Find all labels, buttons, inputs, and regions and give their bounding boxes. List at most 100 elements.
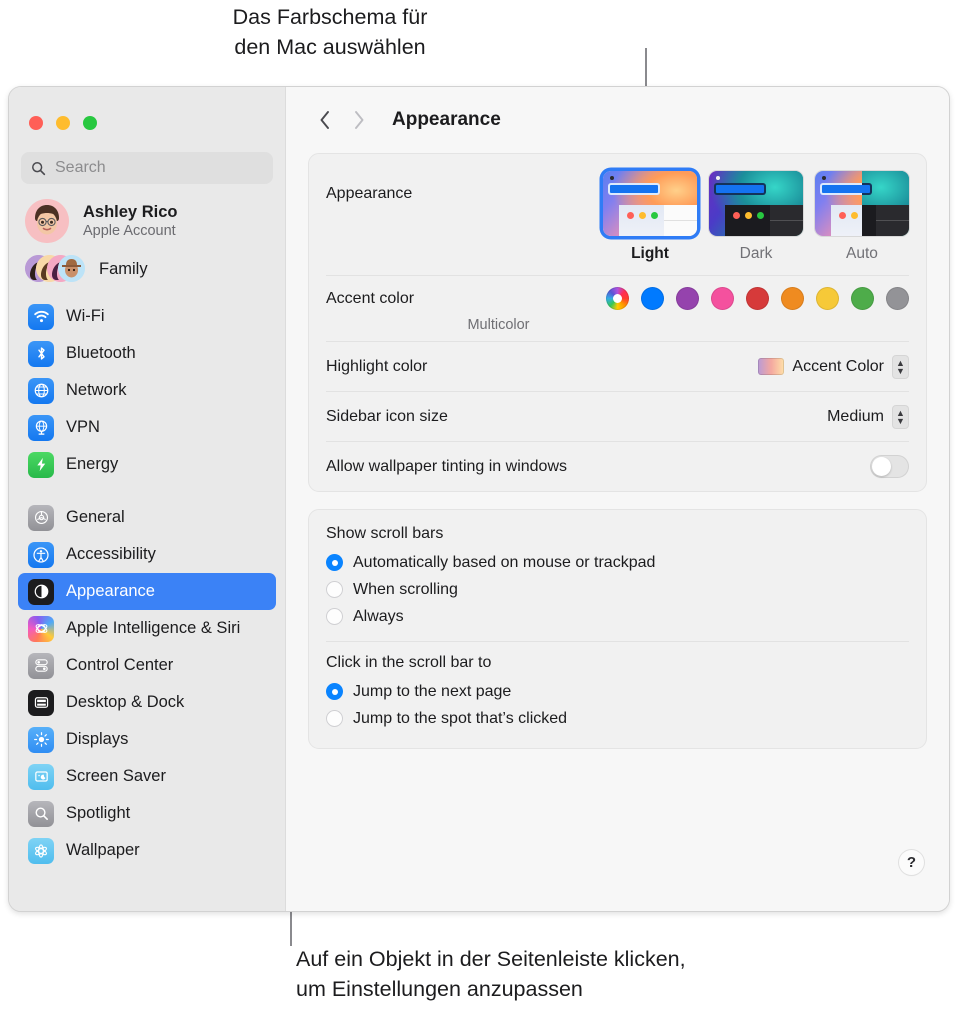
sidebar-icon-size-value: Medium [827, 408, 884, 426]
network-globe-icon [28, 378, 54, 404]
sidebar-item-screen-saver[interactable]: Screen Saver [18, 758, 276, 795]
sidebar-item-bluetooth[interactable]: Bluetooth [18, 335, 276, 372]
gear-icon [28, 505, 54, 531]
highlight-color-row[interactable]: Highlight color Accent Color ▲▼ [326, 341, 909, 391]
accent-swatch-purple[interactable] [676, 287, 699, 310]
wifi-icon [28, 304, 54, 330]
callout-top-text: Das Farbschema für den Mac auswählen [0, 2, 660, 62]
accent-color-caption: Multicolor [326, 317, 909, 333]
minimize-button[interactable] [56, 116, 70, 130]
sidebar-item-displays[interactable]: Displays [18, 721, 276, 758]
radio-option-jump-next-page[interactable]: Jump to the next page [326, 678, 909, 705]
page-title: Appearance [392, 109, 501, 131]
accessibility-icon [28, 542, 54, 568]
sidebar-item-label: General [66, 508, 125, 527]
appearance-option-light[interactable]: Light [603, 171, 697, 263]
sidebar-item-control-center[interactable]: Control Center [18, 647, 276, 684]
radio-label: Jump to the spot that’s clicked [353, 710, 567, 728]
sidebar-icon-size-value-group[interactable]: Medium ▲▼ [827, 405, 909, 429]
accent-swatch-graphite[interactable] [886, 287, 909, 310]
chevron-updown-icon[interactable]: ▲▼ [892, 355, 909, 379]
sidebar-item-general[interactable]: General [18, 499, 276, 536]
sidebar-item-label: Accessibility [66, 545, 156, 564]
sidebar-item-label: Control Center [66, 656, 173, 675]
control-center-icon [28, 653, 54, 679]
sidebar-item-desktop-dock[interactable]: Desktop & Dock [18, 684, 276, 721]
sidebar-group-connectivity: Wi-Fi Bluetooth [9, 298, 285, 483]
chevron-right-icon[interactable] [344, 105, 374, 135]
system-settings-window: Search Ashley Rico Apple [8, 86, 950, 912]
accent-swatch-multicolor[interactable] [606, 287, 629, 310]
appearance-settings-card: Appearance Light [308, 153, 927, 492]
radio-label: Jump to the next page [353, 683, 511, 701]
sidebar-item-appearance[interactable]: Appearance [18, 573, 276, 610]
radio-option-when-scrolling[interactable]: When scrolling [326, 576, 909, 603]
sidebar-item-energy[interactable]: Energy [18, 446, 276, 483]
appearance-option-dark[interactable]: Dark [709, 171, 803, 263]
help-button[interactable]: ? [899, 850, 924, 875]
search-icon [31, 161, 46, 176]
sidebar-icon-size-row[interactable]: Sidebar icon size Medium ▲▼ [326, 391, 909, 441]
chevron-left-icon[interactable] [310, 105, 340, 135]
callout-bottom-text: Auf ein Objekt in der Seitenleiste klick… [296, 944, 936, 1004]
radio-button[interactable] [326, 710, 343, 727]
accent-swatch-orange[interactable] [781, 287, 804, 310]
close-button[interactable] [29, 116, 43, 130]
radio-button[interactable] [326, 581, 343, 598]
sidebar-item-apple-intelligence-siri[interactable]: Apple Intelligence & Siri [18, 610, 276, 647]
accent-swatch-yellow[interactable] [816, 287, 839, 310]
sidebar-item-vpn[interactable]: VPN [18, 409, 276, 446]
radio-button[interactable] [326, 608, 343, 625]
search-input[interactable]: Search [21, 152, 273, 184]
sidebar-item-label: Energy [66, 455, 118, 474]
wallpaper-tinting-toggle[interactable] [870, 455, 909, 478]
show-scroll-bars-title: Show scroll bars [326, 525, 909, 543]
sidebar-item-network[interactable]: Network [18, 372, 276, 409]
wallpaper-icon [28, 838, 54, 864]
energy-bolt-icon [28, 452, 54, 478]
sidebar-item-label: VPN [66, 418, 100, 437]
accent-swatch-pink[interactable] [711, 287, 734, 310]
siri-icon [28, 616, 54, 642]
sidebar-item-wallpaper[interactable]: Wallpaper [18, 832, 276, 869]
sidebar-item-accessibility[interactable]: Accessibility [18, 536, 276, 573]
highlight-color-value-group[interactable]: Accent Color ▲▼ [758, 355, 909, 379]
radio-button[interactable] [326, 683, 343, 700]
family-avatar [58, 255, 85, 282]
spotlight-icon [28, 801, 54, 827]
accent-swatch-blue[interactable] [641, 287, 664, 310]
chevron-updown-icon[interactable]: ▲▼ [892, 405, 909, 429]
radio-option-jump-to-spot[interactable]: Jump to the spot that’s clicked [326, 705, 909, 732]
accent-color-row: Accent color Multicolor [326, 275, 909, 341]
sidebar-item-spotlight[interactable]: Spotlight [18, 795, 276, 832]
appearance-icon [28, 579, 54, 605]
sidebar-item-wifi[interactable]: Wi-Fi [18, 298, 276, 335]
sidebar-item-label: Wallpaper [66, 841, 140, 860]
radio-option-always[interactable]: Always [326, 603, 909, 630]
appearance-option-auto[interactable]: Auto [815, 171, 909, 263]
apple-account-item[interactable]: Ashley Rico Apple Account [9, 184, 285, 243]
account-subtitle: Apple Account [83, 223, 177, 239]
accent-color-swatches [606, 287, 909, 310]
sidebar-item-label: Network [66, 381, 127, 400]
avatar [25, 199, 69, 243]
zoom-button[interactable] [83, 116, 97, 130]
accent-color-label: Accent color [326, 290, 606, 308]
highlight-color-value: Accent Color [792, 358, 884, 376]
accent-swatch-red[interactable] [746, 287, 769, 310]
appearance-option-label: Dark [709, 245, 803, 263]
sidebar-item-label: Bluetooth [66, 344, 136, 363]
sidebar-item-label: Displays [66, 730, 128, 749]
radio-option-auto-scrollbars[interactable]: Automatically based on mouse or trackpad [326, 549, 909, 576]
sidebar-icon-size-label: Sidebar icon size [326, 408, 827, 426]
sidebar-item-label: Wi-Fi [66, 307, 104, 326]
displays-icon [28, 727, 54, 753]
search-placeholder: Search [55, 159, 106, 177]
desktop-dock-icon [28, 690, 54, 716]
accent-swatch-green[interactable] [851, 287, 874, 310]
sidebar-item-family[interactable]: Family [9, 243, 285, 284]
radio-button[interactable] [326, 554, 343, 571]
appearance-option-label: Light [603, 245, 697, 263]
wallpaper-tinting-row: Allow wallpaper tinting in windows [326, 441, 909, 491]
appearance-label: Appearance [326, 171, 603, 203]
